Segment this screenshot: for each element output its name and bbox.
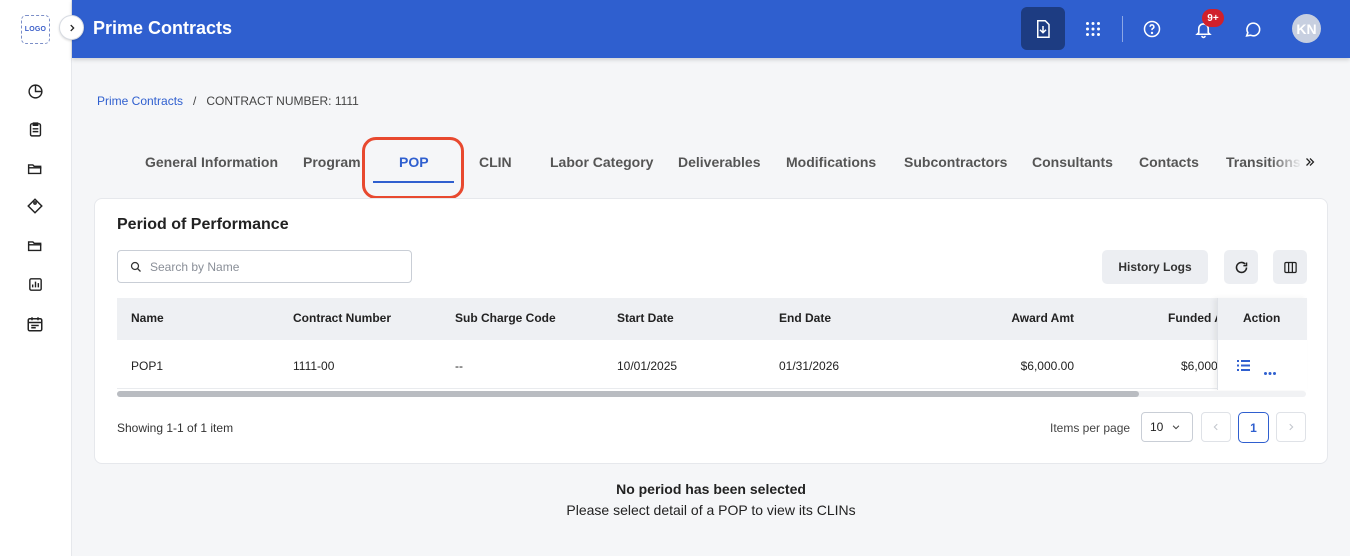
- card-title: Period of Performance: [117, 216, 289, 233]
- more-options-icon[interactable]: [1264, 362, 1278, 375]
- previous-page-button[interactable]: [1201, 412, 1231, 442]
- pie-chart-icon[interactable]: [25, 81, 45, 101]
- app-grid-icon[interactable]: [1081, 17, 1105, 41]
- tab-consultants[interactable]: Consultants: [1032, 154, 1113, 170]
- page-title: Prime Contracts: [93, 18, 233, 38]
- cell-sub-charge-code: --: [455, 359, 463, 373]
- scrollbar-thumb[interactable]: [117, 391, 1139, 397]
- double-chevron-right-icon: [1306, 158, 1315, 166]
- history-logs-button[interactable]: History Logs: [1102, 250, 1208, 284]
- items-per-page-value: 10: [1150, 420, 1164, 434]
- tab-subcontractors[interactable]: Subcontractors: [904, 154, 1007, 170]
- chevron-down-icon: [1173, 425, 1180, 430]
- refresh-button[interactable]: [1224, 250, 1258, 284]
- detail-list-icon[interactable]: [1237, 358, 1251, 371]
- column-header-action: Action: [1218, 298, 1307, 340]
- column-header-end-date[interactable]: End Date: [779, 311, 831, 325]
- table-header: Name Contract Number Sub Charge Code Sta…: [117, 298, 1306, 340]
- tab-clin[interactable]: CLIN: [479, 154, 512, 170]
- chat-icon[interactable]: [1241, 17, 1265, 41]
- notification-badge: 9+: [1202, 9, 1224, 27]
- tab-modifications[interactable]: Modifications: [786, 154, 876, 170]
- search-input[interactable]: [150, 259, 390, 274]
- logo: LOGO: [21, 15, 50, 44]
- search-box[interactable]: [117, 250, 412, 283]
- tag-icon[interactable]: [25, 196, 45, 216]
- period-of-performance-card: Period of Performance History Logs Name …: [94, 198, 1328, 464]
- pagination-summary: Showing 1-1 of 1 item: [117, 421, 234, 435]
- bar-chart-icon[interactable]: [25, 274, 45, 294]
- search-icon: [130, 261, 141, 272]
- column-header-award-amt[interactable]: Award Amt: [974, 311, 1074, 325]
- breadcrumb-link-prime-contracts[interactable]: Prime Contracts: [97, 94, 183, 108]
- clipboard-list-icon[interactable]: [25, 119, 45, 139]
- chevron-right-icon: [1289, 423, 1294, 431]
- columns-button[interactable]: [1273, 250, 1307, 284]
- empty-state-title: No period has been selected: [616, 481, 806, 497]
- cell-name[interactable]: POP1: [131, 359, 163, 373]
- help-icon[interactable]: [1140, 17, 1164, 41]
- tab-general-information[interactable]: General Information: [145, 154, 278, 170]
- breadcrumb-separator: /: [193, 94, 197, 108]
- chevron-right-icon: [69, 24, 75, 31]
- tab-overflow-fade: [1270, 148, 1302, 176]
- cell-start-date: 10/01/2025: [617, 359, 678, 373]
- items-per-page-label: Items per page: [1050, 421, 1131, 435]
- row-divider: [117, 388, 1306, 389]
- page-number-current[interactable]: 1: [1238, 412, 1269, 443]
- column-header-name[interactable]: Name: [131, 311, 164, 325]
- chevron-left-icon: [1213, 423, 1218, 431]
- tab-program[interactable]: Program: [303, 154, 361, 170]
- header-divider: [1122, 16, 1123, 42]
- tabs-scroll-right-button[interactable]: [1302, 154, 1318, 170]
- columns-icon: [1283, 261, 1297, 273]
- column-header-sub-charge-code[interactable]: Sub Charge Code: [455, 311, 556, 325]
- folder-open-icon[interactable]: [25, 235, 45, 255]
- download-document-icon: [1037, 19, 1050, 38]
- cell-contract-number: 1111-00: [293, 359, 335, 373]
- refresh-icon: [1235, 261, 1247, 273]
- sidebar: LOGO: [0, 0, 72, 556]
- expand-sidebar-button[interactable]: [59, 15, 84, 40]
- column-header-start-date[interactable]: Start Date: [617, 311, 674, 325]
- download-button[interactable]: [1021, 7, 1065, 50]
- tab-contacts[interactable]: Contacts: [1139, 154, 1199, 170]
- action-column: Action: [1217, 298, 1307, 390]
- next-page-button[interactable]: [1276, 412, 1306, 442]
- cell-award-amt: $6,000.00: [1020, 359, 1074, 373]
- breadcrumb-current: CONTRACT NUMBER: 1111: [206, 94, 359, 108]
- top-bar: Prime Contracts 9+ KN: [72, 0, 1350, 58]
- tab-deliverables[interactable]: Deliverables: [678, 154, 761, 170]
- column-header-funded-amt[interactable]: Funded A: [1168, 311, 1223, 325]
- breadcrumb: Prime Contracts / CONTRACT NUMBER: 1111: [97, 94, 359, 108]
- cell-end-date: 01/31/2026: [779, 359, 840, 373]
- tab-highlight-annotation: [362, 137, 464, 199]
- calendar-icon[interactable]: [25, 314, 45, 334]
- folder-open-icon[interactable]: [25, 158, 45, 178]
- items-per-page-select[interactable]: 10: [1141, 412, 1193, 442]
- avatar[interactable]: KN: [1292, 14, 1321, 43]
- tab-labor-category[interactable]: Labor Category: [550, 154, 653, 170]
- empty-state-message: Please select detail of a POP to view it…: [566, 502, 856, 518]
- column-header-contract-number[interactable]: Contract Number: [293, 311, 391, 325]
- cell-funded-amt: $6,000: [1181, 359, 1218, 373]
